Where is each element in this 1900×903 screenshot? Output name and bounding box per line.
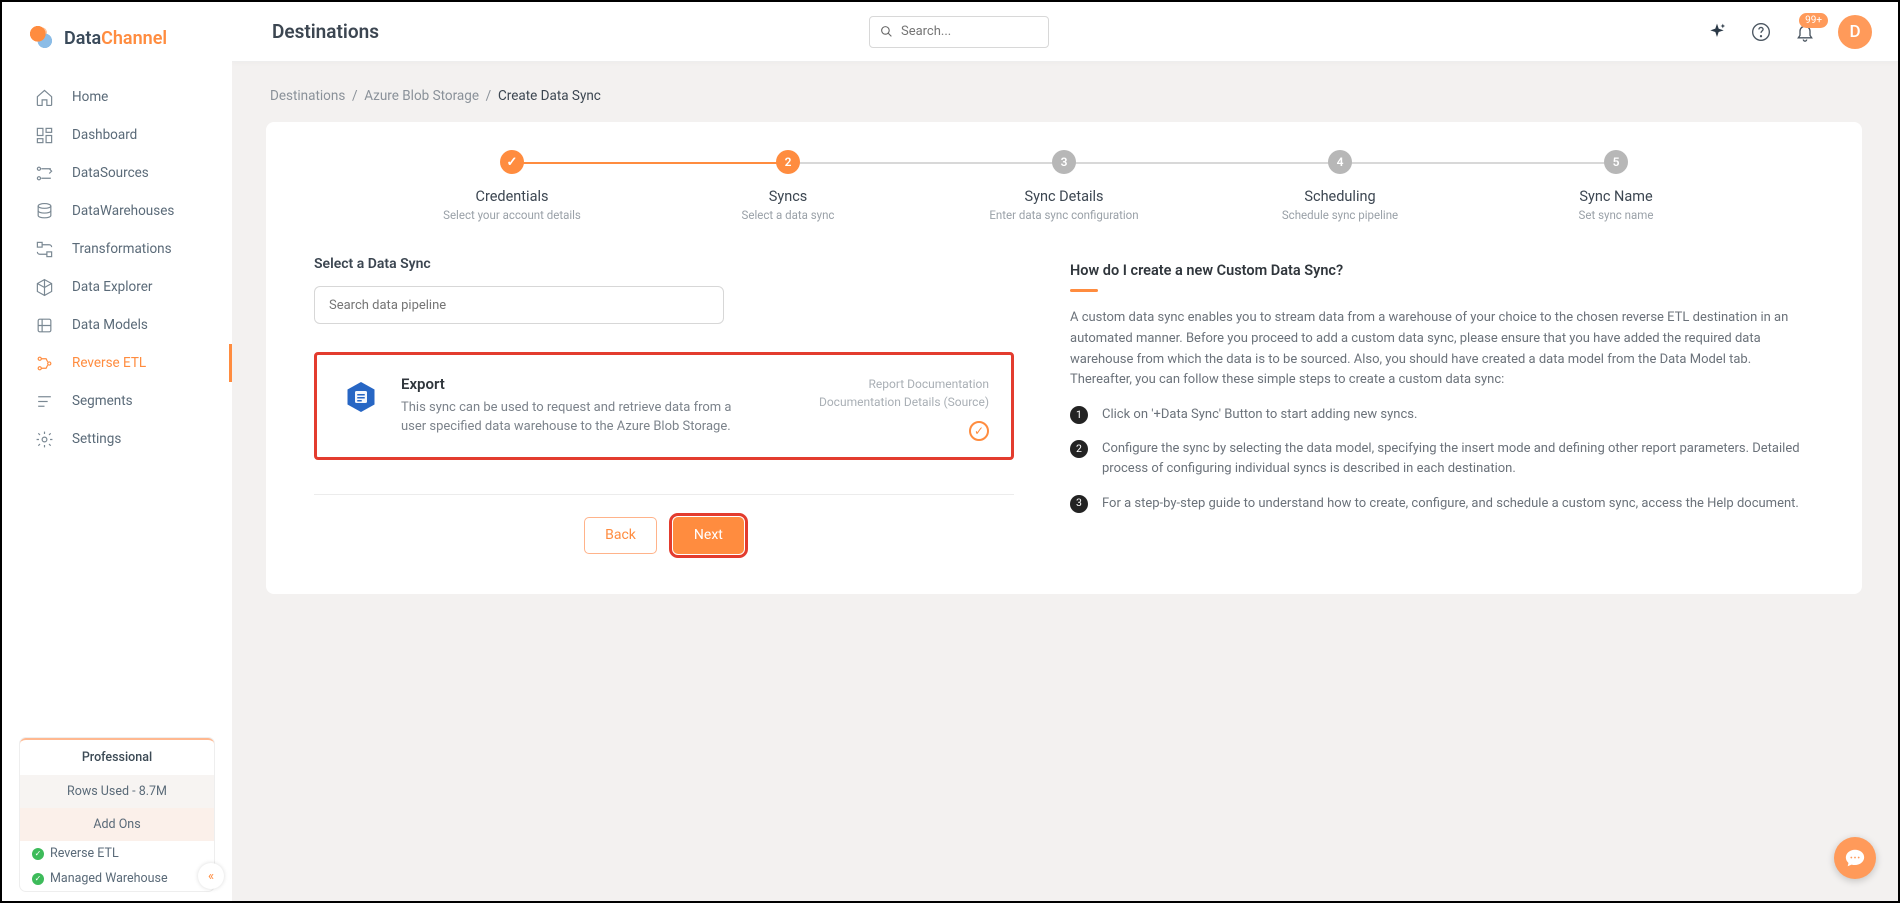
chat-fab[interactable] (1834, 837, 1876, 879)
sidebar-item-reverse-etl[interactable]: Reverse ETL (2, 344, 232, 382)
search-input[interactable] (901, 24, 1038, 39)
warehouse-icon (34, 201, 54, 221)
home-icon (34, 87, 54, 107)
sync-card-desc: This sync can be used to request and ret… (401, 399, 741, 437)
sidebar-item-data-models[interactable]: Data Models (2, 306, 232, 344)
sync-card-meta: Report Documentation Documentation Detai… (819, 375, 989, 437)
page-title: Destinations (272, 20, 379, 43)
reverse-etl-icon (34, 353, 54, 373)
azure-blob-icon (339, 375, 383, 419)
dashboard-icon (34, 125, 54, 145)
logo-text: DataChannel (64, 28, 167, 49)
collapse-sidebar-button[interactable]: « (198, 863, 224, 889)
help-steps-list: 1Click on '+Data Sync' Button to start a… (1070, 405, 1814, 514)
sidebar-item-datawarehouses[interactable]: DataWarehouses (2, 192, 232, 230)
plan-name: Professional (20, 740, 214, 775)
global-search[interactable] (869, 16, 1049, 48)
sidebar-item-datasources[interactable]: DataSources (2, 154, 232, 192)
breadcrumb: Destinations / Azure Blob Storage / Crea… (270, 88, 1862, 104)
help-icon[interactable] (1750, 21, 1772, 43)
plan-rows-used: Rows Used - 8.7M (20, 775, 214, 808)
pipeline-search-input[interactable] (314, 286, 724, 324)
select-sync-label: Select a Data Sync (314, 256, 1014, 272)
segments-icon (34, 391, 54, 411)
sidebar-item-label: DataWarehouses (72, 203, 174, 219)
sidebar-item-label: Data Models (72, 317, 148, 333)
explorer-icon (34, 277, 54, 297)
step-sync-name[interactable]: 5 Sync Name Set sync name (1478, 150, 1754, 222)
sidebar-item-dashboard[interactable]: Dashboard (2, 116, 232, 154)
sidebar-item-data-explorer[interactable]: Data Explorer (2, 268, 232, 306)
help-step-item: 1Click on '+Data Sync' Button to start a… (1070, 405, 1814, 425)
sidebar-item-transformations[interactable]: Transformations (2, 230, 232, 268)
transformations-icon (34, 239, 54, 259)
help-underline (1070, 289, 1098, 292)
help-step-item: 2Configure the sync by selecting the dat… (1070, 439, 1814, 479)
sidebar-item-home[interactable]: Home (2, 78, 232, 116)
divider (314, 494, 1014, 495)
sidebar-item-label: DataSources (72, 165, 149, 181)
bell-icon[interactable]: 99+ (1794, 21, 1816, 43)
sidebar-item-settings[interactable]: Settings (2, 420, 232, 458)
content-panel: 1 Credentials Select your account detail… (266, 122, 1862, 594)
check-icon (32, 848, 44, 860)
step-sync-details[interactable]: 3 Sync Details Enter data sync configura… (926, 150, 1202, 222)
notif-badge: 99+ (1799, 13, 1828, 28)
plan-addon-item: Reverse ETL (20, 841, 214, 866)
sidebar-item-segments[interactable]: Segments (2, 382, 232, 420)
help-title: How do I create a new Custom Data Sync? (1070, 262, 1814, 279)
sidebar-item-label: Reverse ETL (72, 355, 146, 371)
sidebar: DataChannel Home Dashboard DataSources D… (2, 2, 232, 901)
breadcrumb-current: Create Data Sync (498, 88, 601, 104)
main: Destinations 99+ D Destinations / Azur (232, 2, 1898, 901)
help-paragraph: A custom data sync enables you to stream… (1070, 308, 1814, 391)
sidebar-nav: Home Dashboard DataSources DataWarehouse… (2, 72, 232, 738)
breadcrumb-link[interactable]: Azure Blob Storage (364, 88, 479, 104)
sync-card-export[interactable]: Export This sync can be used to request … (314, 352, 1014, 460)
plan-addon-item: Managed Warehouse (20, 866, 214, 891)
stepper: 1 Credentials Select your account detail… (374, 150, 1754, 222)
sidebar-item-label: Segments (72, 393, 133, 409)
help-step-item: 3For a step-by-step guide to understand … (1070, 494, 1814, 514)
sync-card-title: Export (401, 375, 801, 393)
models-icon (34, 315, 54, 335)
sidebar-item-label: Home (72, 89, 108, 105)
back-button[interactable]: Back (584, 517, 657, 554)
avatar[interactable]: D (1838, 15, 1872, 49)
sidebar-item-label: Dashboard (72, 127, 137, 143)
sparkle-icon[interactable] (1706, 21, 1728, 43)
gear-icon (34, 429, 54, 449)
logo-icon (28, 24, 56, 52)
sidebar-item-label: Data Explorer (72, 279, 152, 295)
plan-addons-title: Add Ons (20, 808, 214, 841)
selected-check-icon: ✓ (969, 421, 989, 441)
step-syncs[interactable]: 2 Syncs Select a data sync (650, 150, 926, 222)
datasources-icon (34, 163, 54, 183)
next-button[interactable]: Next (673, 517, 744, 554)
step-credentials[interactable]: 1 Credentials Select your account detail… (374, 150, 650, 222)
topbar: Destinations 99+ D (232, 2, 1898, 62)
check-icon (32, 873, 44, 885)
plan-card: Professional Rows Used - 8.7M Add Ons Re… (20, 738, 214, 891)
sidebar-item-label: Transformations (72, 241, 172, 257)
sidebar-item-label: Settings (72, 431, 121, 447)
step-scheduling[interactable]: 4 Scheduling Schedule sync pipeline (1202, 150, 1478, 222)
breadcrumb-link[interactable]: Destinations (270, 88, 345, 104)
search-icon (880, 24, 893, 39)
brand-logo[interactable]: DataChannel (2, 2, 232, 72)
